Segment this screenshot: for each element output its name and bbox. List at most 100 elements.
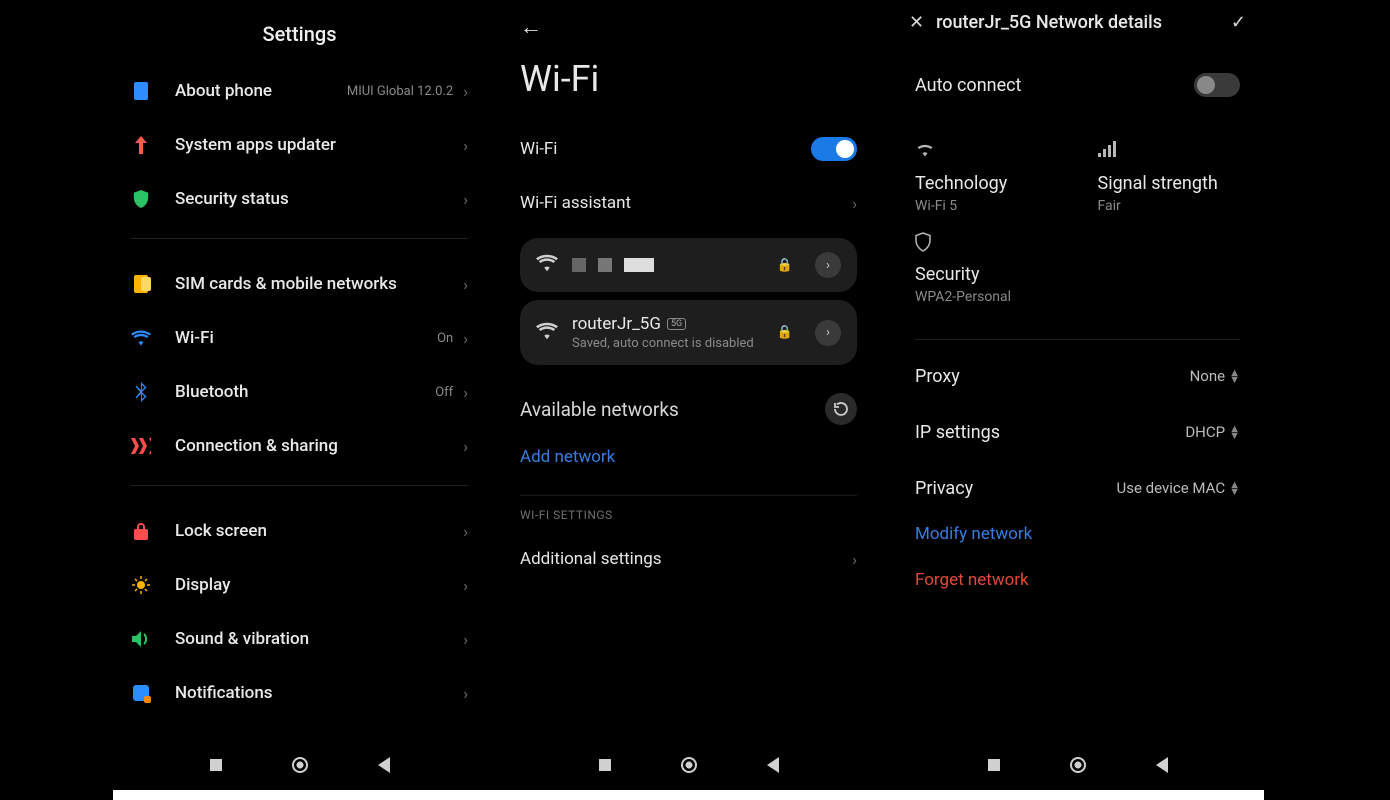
- wifi-toggle-row[interactable]: Wi-Fi: [520, 122, 857, 176]
- nav-bar: [502, 750, 875, 780]
- ssid-text: routerJr_5G: [572, 314, 661, 334]
- nav-recents-icon[interactable]: [210, 759, 222, 771]
- label: Proxy: [915, 366, 1190, 387]
- wifi-icon: [915, 141, 1058, 163]
- network-details-screen: ✕ routerJr_5G Network details ✓ Auto con…: [891, 0, 1264, 790]
- chevron-right-icon: ›: [463, 136, 468, 155]
- ssid-redacted: [572, 258, 763, 272]
- wifi-screen: ← Wi-Fi Wi-Fi Wi-Fi assistant ›: [502, 0, 875, 790]
- row-security-status[interactable]: Security status ›: [131, 172, 468, 226]
- row-label: Wi-Fi assistant: [520, 193, 852, 213]
- chevron-right-icon: ›: [463, 522, 468, 541]
- row-label: Connection & sharing: [175, 436, 463, 456]
- lock-icon: 🔒: [777, 258, 793, 273]
- row-wifi[interactable]: Wi-Fi On ›: [131, 311, 468, 365]
- modify-network-link[interactable]: Modify network: [915, 516, 1240, 562]
- row-label: About phone: [175, 81, 347, 101]
- value: Fair: [1098, 198, 1241, 214]
- row-sim-cards[interactable]: SIM cards & mobile networks ›: [131, 257, 468, 311]
- value: Wi-Fi 5: [915, 198, 1058, 214]
- row-label: Display: [175, 575, 463, 595]
- row-bluetooth[interactable]: Bluetooth Off ›: [131, 365, 468, 419]
- wifi-assistant-row[interactable]: Wi-Fi assistant ›: [520, 176, 857, 230]
- network-details-button[interactable]: ›: [815, 320, 841, 346]
- row-lock-screen[interactable]: Lock screen ›: [131, 504, 468, 558]
- close-icon[interactable]: ✕: [909, 12, 924, 33]
- nav-bar: [891, 750, 1264, 780]
- chevron-right-icon: ›: [463, 190, 468, 209]
- ip-settings-row[interactable]: IP settings DHCP ▲▼: [915, 404, 1240, 460]
- nav-back-icon[interactable]: [767, 757, 779, 773]
- page-title: routerJr_5G Network details: [936, 12, 1219, 33]
- technology-cell: Technology Wi-Fi 5: [915, 141, 1058, 214]
- proxy-row[interactable]: Proxy None ▲▼: [915, 348, 1240, 404]
- settings-screen: Settings About phone MIUI Global 12.0.2 …: [113, 0, 486, 790]
- back-arrow-icon[interactable]: ←: [520, 15, 542, 40]
- auto-connect-toggle[interactable]: [1194, 73, 1240, 97]
- label: IP settings: [915, 422, 1185, 443]
- phone-icon: [131, 81, 151, 101]
- value: Use device MAC ▲▼: [1117, 479, 1241, 497]
- select-arrows-icon: ▲▼: [1229, 369, 1240, 383]
- chevron-right-icon: ›: [463, 329, 468, 348]
- page-title: Settings: [113, 0, 486, 64]
- row-display[interactable]: Display ›: [131, 558, 468, 612]
- row-notifications[interactable]: Notifications ›: [131, 666, 468, 720]
- row-label: Bluetooth: [175, 382, 435, 402]
- ssid: routerJr_5G 5G: [572, 314, 763, 334]
- nav-back-icon[interactable]: [1156, 757, 1168, 773]
- section-title: Available networks: [520, 398, 679, 421]
- available-networks-header: Available networks: [520, 373, 857, 433]
- divider: [131, 238, 468, 239]
- row-label: System apps updater: [175, 135, 463, 155]
- row-label: Additional settings: [520, 549, 852, 569]
- divider: [131, 485, 468, 486]
- wifi-icon: [131, 328, 151, 348]
- label: Technology: [915, 173, 1058, 194]
- lock-icon: 🔒: [777, 325, 793, 340]
- row-sound-vibration[interactable]: Sound & vibration ›: [131, 612, 468, 666]
- row-meta: On: [437, 331, 453, 346]
- auto-connect-row[interactable]: Auto connect: [915, 55, 1240, 115]
- value: WPA2-Personal: [915, 289, 1240, 305]
- chevron-right-icon: ›: [463, 684, 468, 703]
- shield-icon: [915, 232, 1240, 254]
- sound-icon: [131, 629, 151, 649]
- nav-bar: [113, 750, 486, 780]
- refresh-button[interactable]: [825, 393, 857, 425]
- row-meta: Off: [435, 385, 453, 400]
- nav-home-icon[interactable]: [292, 757, 308, 773]
- divider: [915, 339, 1240, 340]
- connection-icon: [131, 436, 151, 456]
- ssid-sub: Saved, auto connect is disabled: [572, 336, 763, 351]
- row-connection-sharing[interactable]: Connection & sharing ›: [131, 419, 468, 473]
- row-label: Auto connect: [915, 75, 1194, 96]
- wifi-toggle[interactable]: [811, 137, 857, 161]
- additional-settings-row[interactable]: Additional settings ›: [520, 532, 857, 586]
- row-meta: MIUI Global 12.0.2: [347, 84, 453, 99]
- confirm-icon[interactable]: ✓: [1231, 12, 1246, 33]
- chevron-right-icon: ›: [463, 576, 468, 595]
- privacy-row[interactable]: Privacy Use device MAC ▲▼: [915, 460, 1240, 516]
- forget-network-link[interactable]: Forget network: [915, 562, 1240, 608]
- row-label: Notifications: [175, 683, 463, 703]
- nav-home-icon[interactable]: [681, 757, 697, 773]
- arrow-up-icon: [131, 135, 151, 155]
- saved-network-card[interactable]: routerJr_5G 5G Saved, auto connect is di…: [520, 300, 857, 365]
- network-details-button[interactable]: ›: [815, 252, 841, 278]
- chevron-right-icon: ›: [463, 630, 468, 649]
- row-system-apps-updater[interactable]: System apps updater ›: [131, 118, 468, 172]
- value: DHCP ▲▼: [1185, 423, 1240, 441]
- nav-home-icon[interactable]: [1070, 757, 1086, 773]
- wifi-icon: [536, 254, 558, 276]
- nav-recents-icon[interactable]: [599, 759, 611, 771]
- connected-network-card[interactable]: 🔒 ›: [520, 238, 857, 292]
- band-badge: 5G: [667, 318, 686, 330]
- nav-back-icon[interactable]: [378, 757, 390, 773]
- add-network-link[interactable]: Add network: [520, 433, 857, 489]
- row-about-phone[interactable]: About phone MIUI Global 12.0.2 ›: [131, 64, 468, 118]
- nav-recents-icon[interactable]: [988, 759, 1000, 771]
- signal-icon: [1098, 141, 1241, 163]
- label: Privacy: [915, 478, 1117, 499]
- wifi-icon: [536, 322, 558, 344]
